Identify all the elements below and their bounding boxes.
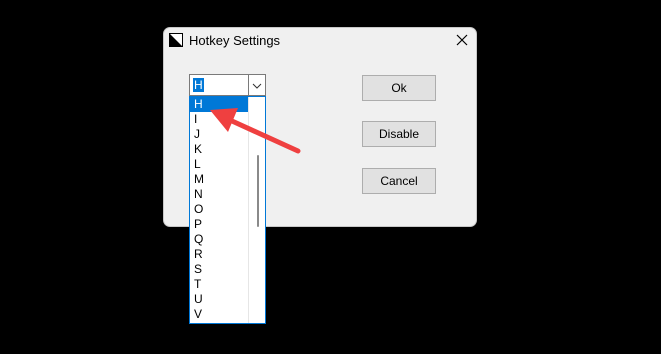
list-item-q[interactable]: Q [190, 232, 249, 247]
option-list: HIJKLMNOPQRSTUV [190, 97, 249, 322]
list-item-p[interactable]: P [190, 217, 249, 232]
scrollbar-thumb[interactable] [257, 155, 259, 227]
list-item-v[interactable]: V [190, 307, 249, 322]
dialog-title: Hotkey Settings [189, 33, 281, 48]
list-item-k[interactable]: K [190, 142, 249, 157]
ok-button[interactable]: Ok [362, 75, 436, 101]
list-item-n[interactable]: N [190, 187, 249, 202]
chevron-down-icon[interactable] [251, 79, 263, 91]
list-item-o[interactable]: O [190, 202, 249, 217]
list-item-l[interactable]: L [190, 157, 249, 172]
title-bar[interactable]: Hotkey Settings [164, 28, 476, 54]
close-icon[interactable] [455, 33, 469, 47]
list-item-m[interactable]: M [190, 172, 249, 187]
app-icon [169, 33, 183, 47]
list-item-h[interactable]: H [190, 97, 249, 112]
combo-divider [248, 75, 249, 95]
disable-button[interactable]: Disable [362, 121, 436, 147]
combo-selected-value: H [193, 78, 204, 92]
list-item-u[interactable]: U [190, 292, 249, 307]
hotkey-combobox[interactable]: H [189, 74, 266, 96]
list-item-r[interactable]: R [190, 247, 249, 262]
list-item-i[interactable]: I [190, 112, 249, 127]
list-item-t[interactable]: T [190, 277, 249, 292]
scrollbar[interactable] [248, 97, 265, 323]
list-item-s[interactable]: S [190, 262, 249, 277]
cancel-button[interactable]: Cancel [362, 168, 436, 194]
hotkey-dropdown-list[interactable]: HIJKLMNOPQRSTUV [189, 96, 266, 324]
list-item-j[interactable]: J [190, 127, 249, 142]
